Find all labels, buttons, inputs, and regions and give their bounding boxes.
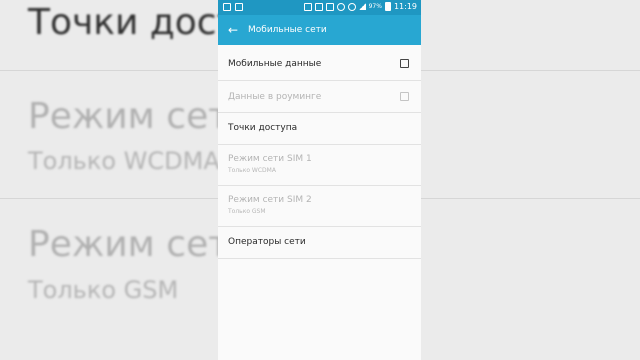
notification-icon [235,3,243,11]
bg-item1-subtitle: Только WCDMA [28,147,220,175]
clock: 11:19 [393,2,417,11]
arrow-back-icon[interactable]: ← [218,23,248,37]
battery-icon [384,2,391,11]
setting-network-mode-sim1: Режим сети SIM 1 Только WCDMA [218,145,421,186]
setting-title: Режим сети SIM 2 [228,195,312,205]
setting-network-mode-sim2: Режим сети SIM 2 Только GSM [218,186,421,227]
battery-percent: 97% [368,3,382,10]
data-roaming-checkbox [400,92,409,101]
mobile-data-checkbox[interactable] [400,59,409,68]
wifi-icon [347,2,356,11]
sim-1-icon [325,2,334,11]
setting-subtitle: Только WCDMA [228,167,276,174]
status-bar: 97% 11:19 [218,0,421,15]
setting-access-points[interactable]: Точки доступа [218,113,421,145]
setting-title: Мобильные данные [228,59,322,69]
setting-title: Режим сети SIM 1 [228,154,312,164]
phone-screen: 97% 11:19 ← Мобильные сети Мобильные дан… [218,0,421,360]
bg-item2-subtitle: Только GSM [28,276,179,304]
setting-title: Данные в роуминге [228,92,322,102]
setting-title: Операторы сети [228,237,306,247]
setting-network-operators[interactable]: Операторы сети [218,227,421,259]
setting-subtitle: Только GSM [228,208,266,215]
signal-icon [358,3,366,10]
do-not-disturb-icon [336,2,345,11]
setting-mobile-data[interactable]: Мобильные данные [218,48,421,81]
settings-list: Мобильные данные Данные в роуминге Точки… [218,48,421,259]
cast-icon [303,2,312,11]
setting-title: Точки доступа [228,123,298,133]
nfc-icon [314,2,323,11]
app-bar: ← Мобильные сети [218,15,421,45]
setting-data-roaming: Данные в роуминге [218,81,421,113]
page-title: Мобильные сети [248,25,327,35]
screenshot-icon [223,3,231,11]
